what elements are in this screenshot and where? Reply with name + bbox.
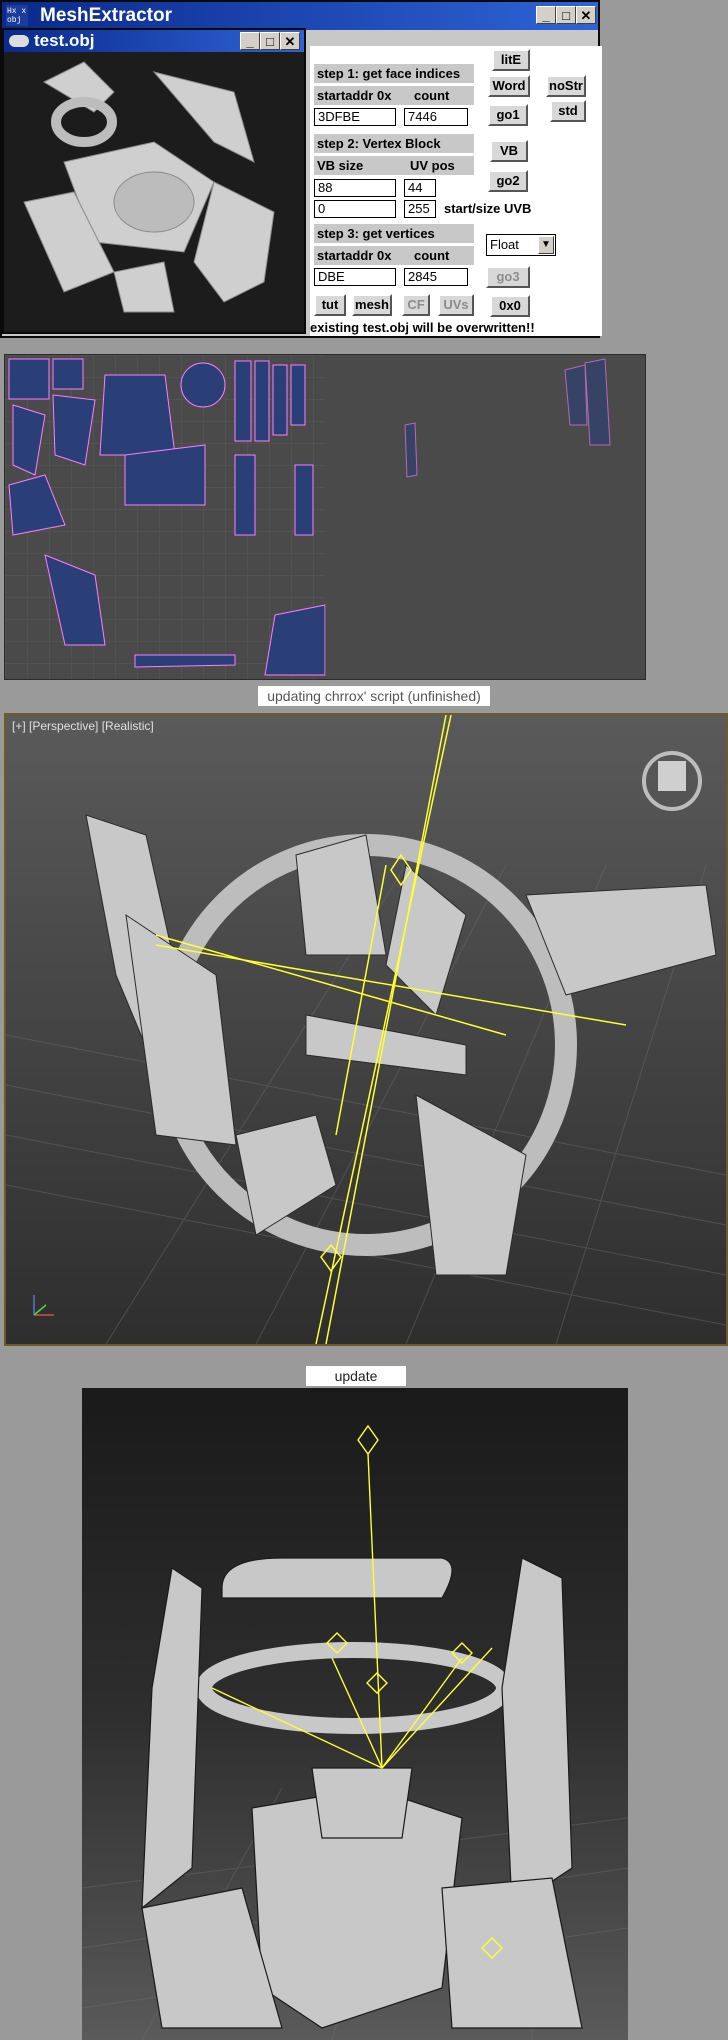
- test-obj-titlebar[interactable]: test.obj _ □ ✕: [4, 30, 304, 52]
- uv-pos-label: UV pos: [410, 158, 455, 173]
- uvb-size-input[interactable]: 255: [404, 200, 436, 218]
- vb-size-label: VB size: [317, 158, 364, 173]
- app-icon: Hx x obj: [6, 5, 28, 26]
- vb-button[interactable]: VB: [490, 140, 528, 162]
- word-button[interactable]: Word: [488, 75, 530, 97]
- uv-layout[interactable]: [5, 355, 645, 679]
- go1-button[interactable]: go1: [488, 104, 528, 126]
- close-button[interactable]: ✕: [576, 6, 596, 24]
- maximize-button[interactable]: □: [556, 6, 576, 24]
- obj-minimize-button[interactable]: _: [240, 32, 260, 50]
- viewcube-icon: [642, 751, 702, 811]
- std-button[interactable]: std: [550, 100, 586, 122]
- tut-button[interactable]: tut: [314, 294, 346, 316]
- cf-button[interactable]: CF: [402, 294, 430, 316]
- step3-labels: startaddr 0x count: [314, 246, 474, 265]
- step1-count-label: count: [414, 88, 450, 103]
- step3-count-label: count: [414, 248, 450, 263]
- uvb-start-input[interactable]: 0: [314, 200, 396, 218]
- format-select-value: Float: [490, 237, 519, 252]
- hex-button[interactable]: 0x0: [490, 295, 530, 317]
- nostr-button[interactable]: noStr: [546, 75, 586, 97]
- scene-render: [6, 715, 726, 1344]
- perspective-viewport[interactable]: [+] [Perspective] [Realistic]: [4, 713, 728, 1346]
- mesh-button[interactable]: mesh: [352, 294, 392, 316]
- format-select[interactable]: Float ▼: [486, 234, 556, 256]
- viewport-caption: updating chrrox' script (unfinished): [258, 686, 490, 706]
- step1-labels: startaddr 0x count: [314, 86, 474, 105]
- update-caption: update: [306, 1366, 406, 1386]
- step3-count-input[interactable]: 2845: [404, 268, 468, 286]
- minimize-button[interactable]: _: [536, 6, 556, 24]
- step1-count-input[interactable]: 7446: [404, 108, 468, 126]
- final-render: [82, 1388, 628, 2040]
- step3-startaddr-label: startaddr 0x: [317, 248, 392, 263]
- mesh-preview[interactable]: [4, 52, 304, 332]
- test-obj-title: test.obj: [34, 31, 95, 50]
- uv-pos-input[interactable]: 44: [404, 179, 436, 197]
- step1-heading: step 1: get face indices: [314, 64, 474, 83]
- vb-size-input[interactable]: 88: [314, 179, 396, 197]
- obj-close-button[interactable]: ✕: [280, 32, 300, 50]
- meshextractor-titlebar[interactable]: Hx x obj MeshExtractor _ □ ✕: [2, 2, 598, 30]
- window-icon: [9, 35, 29, 47]
- step3-startaddr-input[interactable]: DBE: [314, 268, 396, 286]
- step1-startaddr-label: startaddr 0x: [317, 88, 392, 103]
- uvb-label: start/size UVB: [444, 201, 532, 216]
- step2-labels: VB size UV pos: [314, 156, 474, 175]
- obj-maximize-button[interactable]: □: [260, 32, 280, 50]
- status-text: existing test.obj will be overwritten!!: [310, 320, 546, 336]
- render-scene: [82, 1424, 628, 2040]
- app-title: MeshExtractor: [40, 5, 172, 26]
- uv-layout-panel: [4, 354, 646, 680]
- go3-button[interactable]: go3: [486, 266, 530, 288]
- uvs-button[interactable]: UVs: [438, 294, 474, 316]
- go2-button[interactable]: go2: [488, 170, 528, 192]
- step2-heading: step 2: Vertex Block: [314, 134, 474, 153]
- lite-button[interactable]: litE: [492, 49, 530, 71]
- test-obj-window: test.obj _ □ ✕: [2, 28, 306, 334]
- step1-startaddr-input[interactable]: 3DFBE: [314, 108, 396, 126]
- chevron-down-icon[interactable]: ▼: [538, 236, 554, 254]
- step3-heading: step 3: get vertices: [314, 224, 474, 243]
